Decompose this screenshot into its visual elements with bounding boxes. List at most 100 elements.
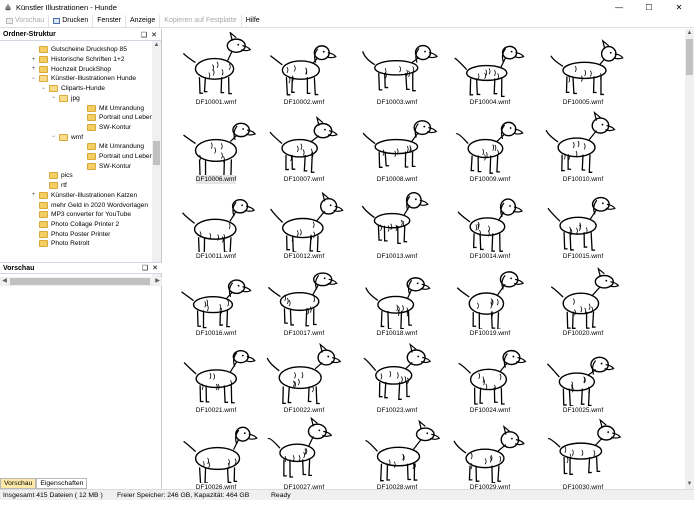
expand-toggle-icon[interactable]: +	[30, 57, 37, 63]
maximize-button[interactable]: ☐	[634, 0, 664, 14]
dog-illustration	[267, 272, 338, 327]
file-name: DF10015.wmf	[562, 253, 604, 260]
expand-toggle-icon[interactable]: −	[30, 76, 37, 82]
scroll-thumb[interactable]	[153, 141, 160, 165]
minimize-button[interactable]: —	[604, 0, 634, 14]
thumbnail-item[interactable]: DF10020.wmf	[540, 263, 626, 339]
tree-item[interactable]: Photo Poster Printer	[30, 229, 110, 239]
tree-item[interactable]: mehr Geld in 2020 Wordvorlagen	[30, 200, 148, 210]
thumbnail-item[interactable]: DF10029.wmf	[447, 417, 533, 489]
menu-item-2[interactable]: Fenster	[93, 14, 126, 27]
menu-item-4[interactable]: Kopieren auf Festplatte	[160, 14, 242, 27]
tab-1[interactable]: Eigenschaften	[36, 478, 88, 489]
thumbnail-item[interactable]: DF10025.wmf	[540, 340, 626, 416]
thumbnail-item[interactable]: DF10010.wmf	[540, 109, 626, 185]
tree-item-label: pics	[61, 172, 73, 180]
thumbnail-image	[354, 417, 440, 483]
thumbnail-item[interactable]: DF10017.wmf	[261, 263, 347, 339]
tree-item-label: Portrait und Leben	[99, 153, 152, 161]
file-name: DF10013.wmf	[376, 253, 418, 260]
tree-item[interactable]: − Künstler-Illustrationen Hunde	[30, 74, 136, 84]
tree-item[interactable]: pics	[40, 171, 73, 181]
tree-item[interactable]: Mit Umrandung	[78, 142, 144, 152]
thumbnail-item[interactable]: DF10014.wmf	[447, 186, 533, 262]
thumbnail-item[interactable]: DF10016.wmf	[173, 263, 259, 339]
tree-item[interactable]: Gutscheine Druckshop 85	[30, 45, 127, 55]
scroll-thumb-horizontal[interactable]	[10, 278, 150, 285]
thumbnail-item[interactable]: DF10019.wmf	[447, 263, 533, 339]
thumbnail-item[interactable]: DF10024.wmf	[447, 340, 533, 416]
tree-item[interactable]: − Cliparts-Hunde	[40, 84, 105, 94]
tree-item[interactable]: + Künstler-Illustrationen Katzen	[30, 191, 137, 201]
tree-item[interactable]: − wmf	[50, 132, 83, 142]
thumbnail-item[interactable]: DF10001.wmf	[173, 32, 259, 108]
scroll-down-icon[interactable]: ▼	[685, 480, 694, 489]
tree-item[interactable]: SW-Kontur	[78, 161, 131, 171]
scroll-right-icon[interactable]: ▶	[153, 277, 162, 286]
pin-icon[interactable]: ❑	[142, 264, 148, 272]
thumbnail-item[interactable]: DF10015.wmf	[540, 186, 626, 262]
thumbnail-item[interactable]: DF10007.wmf	[261, 109, 347, 185]
menu-item-5[interactable]: Hilfe	[242, 15, 264, 27]
pin-icon[interactable]: ❑	[141, 31, 147, 39]
thumbnail-item[interactable]: DF10003.wmf	[354, 32, 440, 108]
thumbnail-item[interactable]: DF10005.wmf	[540, 32, 626, 108]
tree-item[interactable]: Photo Retrolt	[30, 239, 89, 249]
menu-item-1[interactable]: Drucken	[49, 14, 94, 27]
thumbnail-item[interactable]: DF10018.wmf	[354, 263, 440, 339]
dog-illustration	[547, 196, 616, 251]
thumbnail-item[interactable]: DF10027.wmf	[261, 417, 347, 489]
tree-horizontal-scrollbar[interactable]: ◀ ▶	[0, 277, 162, 286]
expand-toggle-icon[interactable]: +	[30, 192, 37, 198]
folder-pane-title: Ordner-Struktur	[3, 31, 56, 38]
tree-item[interactable]: SW-Kontur	[78, 123, 131, 133]
thumbnail-item[interactable]: DF10002.wmf	[261, 32, 347, 108]
close-button[interactable]: ✕	[664, 0, 694, 14]
tree-item[interactable]: Portrait und Leben	[78, 152, 152, 162]
expand-toggle-icon[interactable]: −	[50, 95, 57, 101]
scroll-up-icon[interactable]: ▲	[685, 29, 694, 38]
dog-illustration	[457, 198, 523, 252]
close-pane-icon[interactable]: ✕	[152, 264, 158, 272]
tree-item[interactable]: Photo Collage Printer 2	[30, 220, 119, 230]
tree-item[interactable]: + Historische Schriften 1+2	[30, 55, 124, 65]
dog-illustration	[267, 417, 333, 478]
menu-item-3[interactable]: Anzeige	[126, 14, 161, 27]
thumbnail-item[interactable]: DF10012.wmf	[261, 186, 347, 262]
thumbnail-item[interactable]: DF10004.wmf	[447, 32, 533, 108]
thumbnail-item[interactable]: DF10011.wmf	[173, 186, 259, 262]
status-free-space: Freier Speicher: 246 GB, Kapazität: 464 …	[117, 491, 250, 499]
dog-illustration	[269, 45, 337, 96]
scroll-up-icon[interactable]: ▲	[152, 41, 161, 50]
expand-toggle-icon[interactable]: −	[50, 134, 57, 140]
tree-item-label: wmf	[71, 133, 84, 141]
close-pane-icon[interactable]: ✕	[151, 31, 157, 39]
dog-illustration	[363, 342, 432, 400]
tree-item[interactable]: rtf	[40, 181, 67, 191]
thumbnail-item[interactable]: DF10008.wmf	[354, 109, 440, 185]
thumbnail-item[interactable]: DF10009.wmf	[447, 109, 533, 185]
tree-item[interactable]: MP3 converter for YouTube	[30, 210, 131, 220]
thumbnail-image	[447, 186, 533, 252]
thumbnail-item[interactable]: DF10013.wmf	[354, 186, 440, 262]
thumbnail-item[interactable]: DF10022.wmf	[261, 340, 347, 416]
scroll-thumb[interactable]	[686, 39, 693, 75]
thumbnail-item[interactable]: DF10028.wmf	[354, 417, 440, 489]
thumbnail-item[interactable]: DF10023.wmf	[354, 340, 440, 416]
tree-vertical-scrollbar[interactable]: ▲ ▼	[152, 41, 161, 277]
menu-item-label: Hilfe	[245, 17, 260, 24]
thumbnail-item[interactable]: DF10030.wmf	[540, 417, 626, 489]
content-vertical-scrollbar[interactable]: ▲ ▼	[685, 29, 694, 489]
tree-item[interactable]: Mit Umrandung	[78, 103, 144, 113]
scroll-left-icon[interactable]: ◀	[0, 277, 9, 286]
tree-item[interactable]: + Hochzeit DruckShop	[30, 64, 111, 74]
thumbnail-item[interactable]: DF10021.wmf	[173, 340, 259, 416]
tree-item[interactable]: − jpg	[50, 94, 80, 104]
expand-toggle-icon[interactable]: −	[40, 86, 47, 92]
tree-item[interactable]: Portrait und Leben	[78, 113, 152, 123]
tab-0[interactable]: Vorschau	[0, 478, 37, 489]
thumbnail-item[interactable]: DF10006.wmf	[173, 109, 259, 185]
thumbnail-item[interactable]: DF10026.wmf	[173, 417, 259, 489]
menu-item-0[interactable]: Vorschau	[2, 14, 50, 27]
expand-toggle-icon[interactable]: +	[30, 66, 37, 72]
